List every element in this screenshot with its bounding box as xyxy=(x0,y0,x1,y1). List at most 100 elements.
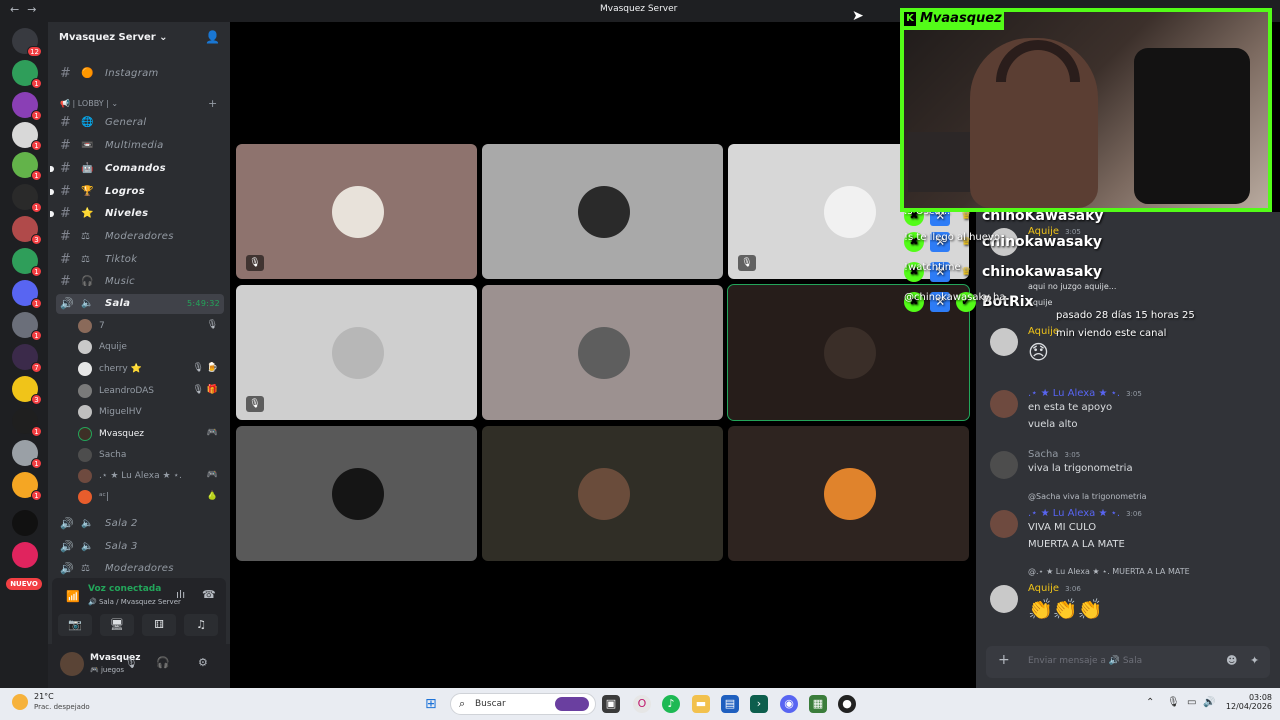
server-icon[interactable]: 1 xyxy=(12,92,42,121)
channel-music[interactable]: # 🎧 Music xyxy=(56,272,224,292)
taskbar-search[interactable]: ⌕ Buscar xyxy=(450,693,596,715)
server-icon[interactable]: 3 xyxy=(12,376,42,405)
channel-multimedia[interactable]: # 📼 Multimedia xyxy=(56,136,224,156)
forward-icon[interactable]: → xyxy=(27,3,44,16)
voice-user[interactable]: 7 🎙 xyxy=(76,316,224,337)
soundboard-button[interactable]: ♫ xyxy=(184,614,218,636)
task-view-icon[interactable]: ▣ xyxy=(602,695,620,713)
channel-niveles[interactable]: # ⭐ Niveles xyxy=(50,204,224,224)
nav-buttons[interactable]: ←→ xyxy=(10,3,44,16)
discord-icon[interactable]: ◉ xyxy=(780,695,798,713)
voice-user-self[interactable]: Mvasquez 🎮 xyxy=(76,424,224,445)
avatar[interactable] xyxy=(990,585,1018,613)
server-icon[interactable]: 1 xyxy=(12,184,42,213)
invite-icon[interactable]: 👤 xyxy=(205,30,220,44)
windows-start-icon[interactable]: ⊞ xyxy=(425,696,441,712)
server-icon[interactable]: 3 xyxy=(12,216,42,245)
add-channel-icon[interactable]: + xyxy=(208,97,217,110)
server-icon[interactable] xyxy=(12,510,38,536)
headphones-icon[interactable]: 🎧 xyxy=(156,656,170,669)
signal-icon[interactable]: 📶 xyxy=(66,590,80,603)
apps-icon[interactable]: ✦ xyxy=(1250,654,1259,667)
category-lobby[interactable]: 📢 | LOBBY | ⌄ + xyxy=(60,97,217,110)
activities-button[interactable]: ⚅ xyxy=(142,614,176,636)
spotify-icon[interactable]: ♪ xyxy=(662,695,680,713)
voice-user[interactable]: Aquije xyxy=(76,337,224,358)
participant-tile[interactable] xyxy=(482,144,723,279)
avatar[interactable] xyxy=(990,390,1018,418)
participant-tile[interactable]: 🎙 xyxy=(236,285,477,420)
voice-status[interactable]: Voz conectada xyxy=(88,584,161,594)
volume-icon[interactable]: 🔊 xyxy=(1203,697,1215,708)
weather-icon[interactable] xyxy=(12,694,28,710)
file-explorer-icon[interactable]: ▬ xyxy=(692,695,710,713)
app-icon[interactable]: ● xyxy=(838,695,856,713)
message-author[interactable]: Aquije 3:06 xyxy=(1028,583,1081,594)
add-attachment-icon[interactable]: + xyxy=(998,652,1010,668)
server-icon[interactable]: 1 xyxy=(12,280,42,309)
server-name[interactable]: Mvasquez Server ⌄ xyxy=(59,32,168,43)
voice-location[interactable]: 🔊 Sala / Mvasquez Server xyxy=(88,598,181,606)
message-input[interactable]: + Enviar mensaje a 🔊 Sala ☻ ✦ xyxy=(986,646,1270,678)
message-author[interactable]: Sacha 3:05 xyxy=(1028,449,1080,460)
back-icon[interactable]: ← xyxy=(10,3,27,16)
avatar[interactable] xyxy=(60,652,84,676)
voice-user[interactable]: cherry ⭐ 🎙 🍺 xyxy=(76,359,224,380)
obs-icon[interactable]: ▦ xyxy=(809,695,827,713)
voice-channel-sala[interactable]: 🔊 🔈 Sala 5:49:32 xyxy=(56,294,224,314)
gear-icon[interactable]: ⚙ xyxy=(198,656,208,669)
voice-channel-sala-2[interactable]: 🔊 🔈 Sala 2 xyxy=(56,514,224,534)
server-header[interactable]: Mvasquez Server ⌄ 👤 xyxy=(48,22,230,54)
taskbar-clock[interactable]: 03:08 12/04/2026 xyxy=(1222,693,1272,711)
weather-widget[interactable]: 21°C Prac. despejado xyxy=(34,692,90,711)
server-icon[interactable] xyxy=(12,542,38,568)
voice-user[interactable]: .⋆ ★ Lu Alexa ★ ⋆. 🎮 xyxy=(76,466,224,487)
voice-user[interactable]: Sacha xyxy=(76,445,224,466)
channel-logros[interactable]: # 🏆 Logros xyxy=(50,182,224,202)
mic-icon[interactable]: 🎙 xyxy=(124,656,138,669)
author-name[interactable]: Sacha xyxy=(1028,449,1058,460)
voice-channel-sala-3[interactable]: 🔊 🔈 Sala 3 xyxy=(56,537,224,557)
server-icon[interactable]: 1 xyxy=(12,248,42,277)
server-icon[interactable]: 1 xyxy=(12,152,42,181)
chevron-up-icon[interactable]: ⌃ xyxy=(1146,697,1154,708)
avatar[interactable] xyxy=(990,451,1018,479)
channel-instagram[interactable]: # 🟠 Instagram xyxy=(56,64,224,84)
author-name[interactable]: .⋆ ★ Lu Alexa ★ ⋆. xyxy=(1028,388,1120,399)
noise-suppression-icon[interactable]: ılı xyxy=(176,588,185,601)
avatar[interactable] xyxy=(990,510,1018,538)
opera-icon[interactable]: O xyxy=(633,695,651,713)
participant-tile[interactable] xyxy=(728,426,969,561)
server-icon[interactable]: 1 xyxy=(12,440,42,469)
channel-moderadores[interactable]: # ⚖ Moderadores xyxy=(56,227,224,247)
direct-messages-icon[interactable]: 12 xyxy=(12,28,42,57)
participant-tile[interactable] xyxy=(236,426,477,561)
store-icon[interactable]: ▤ xyxy=(721,695,739,713)
server-icon[interactable]: 1 xyxy=(12,122,42,151)
voice-user[interactable]: ᵃᶜ| 🍐 xyxy=(76,487,224,508)
channel-tiktok[interactable]: # ⚖ Tiktok xyxy=(56,250,224,270)
server-icon[interactable]: 7 xyxy=(12,344,42,373)
server-icon[interactable]: 1 xyxy=(12,312,42,341)
participant-tile[interactable]: 🎙 xyxy=(236,144,477,279)
participant-tile[interactable] xyxy=(482,426,723,561)
reply-preview[interactable]: @.⋆ ★ Lu Alexa ★ ⋆. MUERTA A LA MATE xyxy=(1028,567,1190,576)
mic-tray-icon[interactable]: 🎙 xyxy=(1167,697,1180,708)
author-name[interactable]: Aquije xyxy=(1028,583,1059,594)
message-author[interactable]: .⋆ ★ Lu Alexa ★ ⋆. 3:06 xyxy=(1028,508,1142,519)
server-icon[interactable]: 1 xyxy=(12,472,42,501)
terminal-icon[interactable]: › xyxy=(750,695,768,713)
voice-user[interactable]: LeandroDAS 🎙 🎁 xyxy=(76,381,224,402)
screen-share-button[interactable]: 🖥 xyxy=(100,614,134,636)
voice-user[interactable]: MiguelHV xyxy=(76,402,224,423)
author-name[interactable]: .⋆ ★ Lu Alexa ★ ⋆. xyxy=(1028,508,1120,519)
server-icon[interactable]: 1 xyxy=(12,60,42,89)
camera-off-button[interactable]: 📷 xyxy=(58,614,92,636)
reply-preview[interactable]: @Sacha viva la trigonometria xyxy=(1028,492,1147,501)
voice-channel-moderadores[interactable]: 🔊 ⚖ Moderadores xyxy=(56,559,224,579)
emoji-icon[interactable]: ☻ xyxy=(1226,654,1237,667)
participant-tile[interactable] xyxy=(482,285,723,420)
message-author[interactable]: .⋆ ★ Lu Alexa ★ ⋆. 3:05 xyxy=(1028,388,1142,399)
network-icon[interactable]: ▭ xyxy=(1187,697,1196,708)
disconnect-icon[interactable]: ☎ xyxy=(202,588,216,601)
